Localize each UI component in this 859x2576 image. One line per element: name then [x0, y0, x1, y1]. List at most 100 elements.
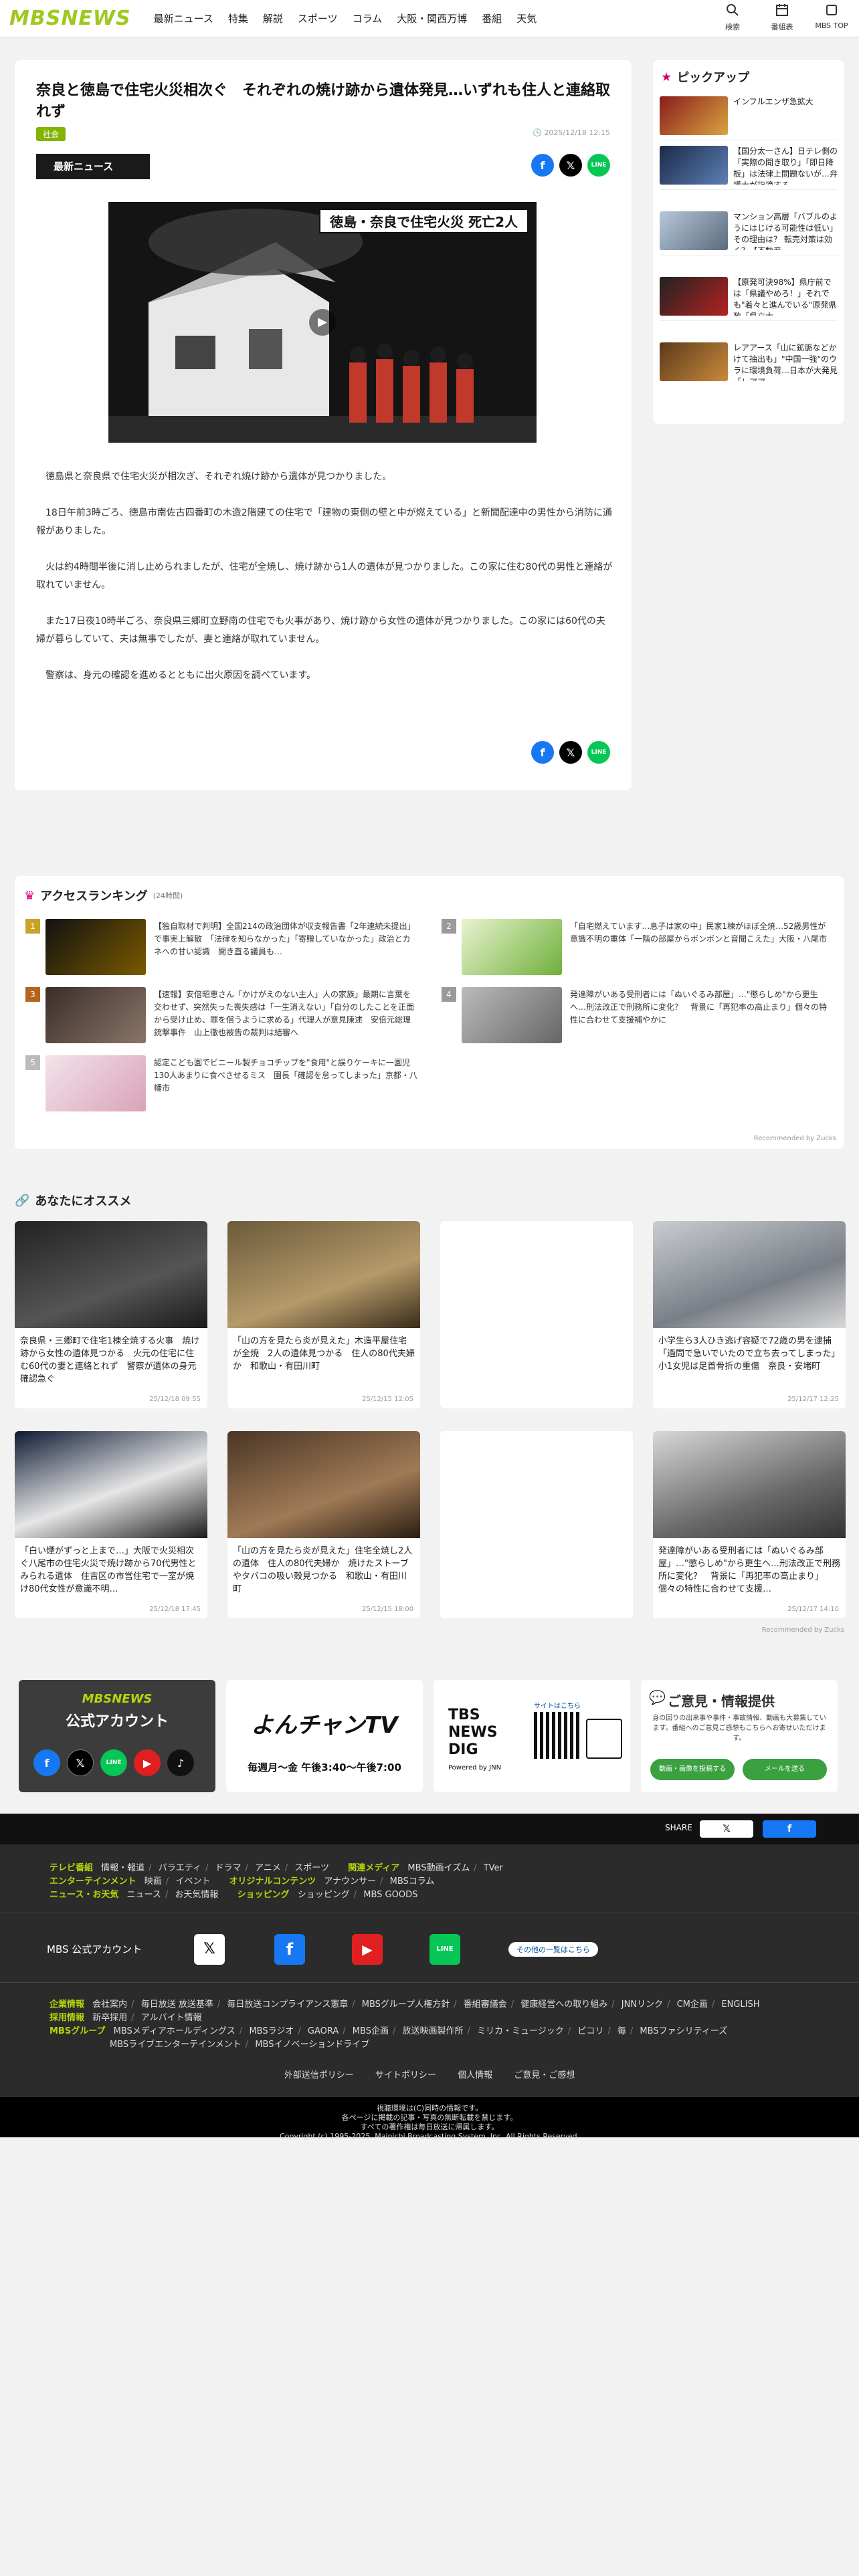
ranking-item[interactable]: 1 【独自取材で判明】全国214の政治団体が収支報告書「2年連続未提出」で事実上… — [25, 919, 417, 978]
footer-link[interactable]: サイトポリシー — [375, 2070, 436, 2080]
footer-link[interactable]: アルバイト情報 — [141, 2013, 202, 2023]
footer-link[interactable]: MBSファシリティーズ — [640, 2026, 727, 2036]
footer-link[interactable]: バラエティ — [159, 1863, 201, 1873]
ranking-item[interactable]: 5 認定こども園でビニール製チョコチップを"食用"と誤りケーキに一園児130人あ… — [25, 1055, 417, 1114]
footer-link[interactable]: GAORA — [308, 2026, 339, 2036]
news-video-player[interactable]: 徳島・奈良で住宅火災 死亡2人 ▶ — [108, 202, 537, 443]
footer-link[interactable]: 個人情報 — [458, 2070, 492, 2080]
footer-link[interactable]: アニメ — [255, 1863, 281, 1873]
footer-link[interactable]: ショッピング — [298, 1890, 350, 1900]
footer-link[interactable]: ピコリ — [577, 2026, 603, 2036]
ranking-item[interactable]: 3 【速報】安倍昭恵さん「かけがえのない主人」人の家族」最期に言葉を交わせず、突… — [25, 987, 417, 1046]
footer-link[interactable]: MBSライブエンターテインメント — [110, 2040, 242, 2050]
footer-link[interactable]: 新卒採用 — [92, 2013, 127, 2023]
facebook-icon[interactable]: f — [274, 1934, 305, 1965]
pickup-item[interactable]: 【原発可決98%】県庁前では「県議やめろ！」それでも"着々と進んでいる"原発県政… — [660, 277, 838, 321]
footer-link[interactable]: ミリカ・ミュージック — [477, 2026, 564, 2036]
goiken-banner[interactable]: ご意見・情報提供 💬 身の回りの出来事や事件・事故情報、動画も大募集しています。… — [641, 1680, 838, 1792]
x-icon[interactable]: 𝕏 — [67, 1749, 94, 1776]
nav-commentary[interactable]: 解説 — [263, 11, 283, 25]
nav-column[interactable]: コラム — [353, 11, 383, 25]
footer-link[interactable]: MBSラジオ — [249, 2026, 294, 2036]
footer-group-label[interactable]: MBSグループ — [50, 2026, 105, 2036]
nav-programs[interactable]: 番組 — [482, 11, 502, 25]
footer-link[interactable]: ニュース — [127, 1890, 161, 1900]
youtube-icon[interactable]: ▶ — [134, 1749, 161, 1776]
nav-special[interactable]: 特集 — [228, 11, 248, 25]
footer-link[interactable]: CM企画 — [677, 2000, 708, 2010]
recommend-card[interactable]: 「山の方を見たら炎が見えた」住宅全焼し2人の遺体 住人の80代夫婦か 焼けたスト… — [227, 1431, 420, 1618]
x-icon[interactable]: 𝕏 — [194, 1934, 225, 1965]
footer-link[interactable]: MBS企画 — [353, 2026, 389, 2036]
official-account-banner[interactable]: MBSNEWS 公式アカウント f 𝕏 LINE ▶ ♪ — [19, 1680, 215, 1792]
tiktok-icon[interactable]: ♪ — [167, 1749, 194, 1776]
youtube-icon[interactable]: ▶ — [352, 1934, 383, 1965]
footer-link[interactable]: MBS GOODS — [363, 1890, 417, 1900]
play-icon[interactable]: ▶ — [309, 309, 336, 336]
x-share-icon[interactable]: 𝕏 — [700, 1820, 753, 1838]
mbsnews-logo[interactable]: MBSNEWS — [9, 7, 131, 30]
footer-link[interactable]: お天気情報 — [175, 1890, 218, 1900]
line-icon[interactable]: LINE — [430, 1934, 460, 1965]
line-icon[interactable]: LINE — [100, 1749, 127, 1776]
footer-link[interactable]: MBS動画イズム — [407, 1863, 470, 1873]
pickup-item[interactable]: レアアース「山に鉱脈などかけて抽出も」"中国一強"のウラに環境負荷…日本が大発見… — [660, 342, 838, 387]
footer-link[interactable]: イベント — [175, 1876, 210, 1887]
footer-link[interactable]: 情報・報道 — [101, 1863, 145, 1873]
tbs-news-dig-banner[interactable]: TBS NEWS DIG Powered by JNN サイトはこちら — [434, 1680, 630, 1792]
footer-link[interactable]: MBSコラム — [390, 1876, 435, 1887]
more-accounts-button[interactable]: その他の一覧はこちら — [508, 1942, 598, 1957]
schedule-button[interactable]: 番組表 — [764, 3, 800, 32]
footer-group-label[interactable]: 企業情報 — [50, 2000, 84, 2010]
send-mail-button[interactable]: メールを送る — [743, 1759, 827, 1780]
footer-link[interactable]: 毎日放送コンプライアンス憲章 — [227, 2000, 348, 2010]
footer-link[interactable]: TVer — [484, 1863, 503, 1873]
footer-link[interactable]: MBSグループ人権方針 — [362, 2000, 450, 2010]
nav-latest[interactable]: 最新ニュース — [154, 11, 213, 25]
nav-weather[interactable]: 天気 — [516, 11, 537, 25]
footer-group-label[interactable]: ニュース・お天気 — [50, 1890, 118, 1900]
footer-link[interactable]: 外部送信ポリシー — [284, 2070, 354, 2080]
footer-link[interactable]: ご意見・ご感想 — [514, 2070, 575, 2080]
pickup-item[interactable]: 【国分太一さん】日テレ側の「実際の聞き取り」「即日降板」は法律上問題ないが…弁護… — [660, 146, 838, 190]
footer-group-label[interactable]: オリジナルコンテンツ — [229, 1876, 316, 1887]
footer-link[interactable]: スポーツ — [294, 1863, 329, 1873]
footer-link[interactable]: アナウンサー — [324, 1876, 376, 1887]
facebook-share-icon[interactable]: f — [531, 741, 554, 764]
footer-link[interactable]: JNNリンク — [622, 2000, 663, 2010]
search-button[interactable]: 検索 — [714, 3, 751, 32]
footer-link[interactable]: 毎日放送 放送基準 — [141, 2000, 213, 2010]
recommend-card[interactable]: 「白い煙がずっと上まで…」大阪で火災相次ぐ八尾市の住宅火災で焼け跡から70代男性… — [15, 1431, 207, 1618]
nav-sports[interactable]: スポーツ — [298, 11, 338, 25]
footer-link[interactable]: 会社案内 — [92, 2000, 127, 2010]
yonchan-banner[interactable]: よんチャンTV 毎週月～金 午後3:40～午後7:00 — [226, 1680, 423, 1792]
footer-group-label[interactable]: エンターテインメント — [50, 1876, 136, 1887]
footer-group-label[interactable]: 採用情報 — [50, 2013, 84, 2023]
facebook-share-icon[interactable]: f — [763, 1820, 816, 1838]
footer-group-label[interactable]: ショッピング — [237, 1890, 290, 1900]
upload-media-button[interactable]: 動画・画像を投稿する — [650, 1759, 735, 1780]
mbs-top-button[interactable]: MBS TOP — [814, 3, 850, 32]
footer-link[interactable]: ENGLISH — [721, 2000, 759, 2010]
pickup-item[interactable]: インフルエンザ急拡大 — [660, 96, 838, 140]
recommend-card[interactable]: 小学生ら3人ひき逃げ容疑で72歳の男を逮捕「過問で急いでいたので立ち去ってしまっ… — [653, 1221, 846, 1408]
x-share-icon[interactable]: 𝕏 — [559, 154, 582, 177]
category-tag[interactable]: 社会 — [36, 127, 66, 141]
facebook-icon[interactable]: f — [33, 1749, 60, 1776]
footer-link[interactable]: 映画 — [145, 1876, 162, 1887]
footer-link[interactable]: ドラマ — [215, 1863, 241, 1873]
nav-expo[interactable]: 大阪・関西万博 — [397, 11, 467, 25]
recommend-card[interactable]: 「山の方を見たら炎が見えた」木造平屋住宅が全焼 2人の遺体見つかる 住人の80代… — [227, 1221, 420, 1408]
footer-group-label[interactable]: テレビ番組 — [50, 1863, 93, 1873]
footer-link[interactable]: 放送映画製作所 — [403, 2026, 464, 2036]
footer-link[interactable]: MBSメディアホールディングス — [114, 2026, 235, 2036]
pickup-item[interactable]: マンション高層「バブルのようにはじける可能性は低い」その理由は？ 転売対策は効く… — [660, 211, 838, 255]
recommend-card[interactable]: 奈良県・三郷町で住宅1棟全焼する火事 焼け跡から女性の遺体見つかる 火元の住宅に… — [15, 1221, 207, 1408]
recommend-card[interactable]: 発達障がいある受刑者には「ぬいぐるみ部屋」…"懲らしめ"から更生へ…刑法改正で刑… — [653, 1431, 846, 1618]
facebook-share-icon[interactable]: f — [531, 154, 554, 177]
footer-link[interactable]: MBSイノベーションドライブ — [255, 2040, 369, 2050]
ranking-item[interactable]: 2 「自宅燃えています…息子は家の中」民家1棟がほぼ全焼…52歳男性が意識不明の… — [442, 919, 834, 978]
line-share-icon[interactable]: LINE — [587, 741, 610, 764]
footer-group-label[interactable]: 関連メディア — [348, 1863, 399, 1873]
x-share-icon[interactable]: 𝕏 — [559, 741, 582, 764]
